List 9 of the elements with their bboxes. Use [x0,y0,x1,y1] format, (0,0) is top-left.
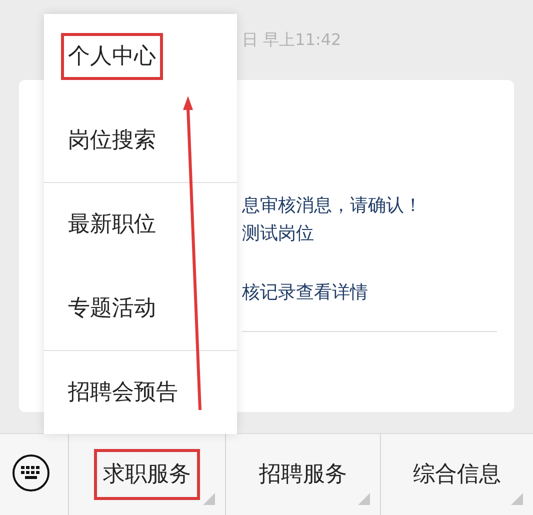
menu-item[interactable]: 个人中心 [61,32,163,80]
keyboard-icon[interactable] [12,454,50,492]
message-text: 息审核消息，请确认！ [242,194,423,218]
menu-tab[interactable]: 求职服务 [94,449,200,500]
message-text: 核记录查看详情 [242,281,369,305]
message-text: 测试岗位 [242,222,315,246]
timestamp: 日 早上11:42 [242,29,342,51]
menu-tab[interactable]: 综合信息 [404,449,510,500]
menu-tab[interactable]: 招聘服务 [250,449,356,500]
